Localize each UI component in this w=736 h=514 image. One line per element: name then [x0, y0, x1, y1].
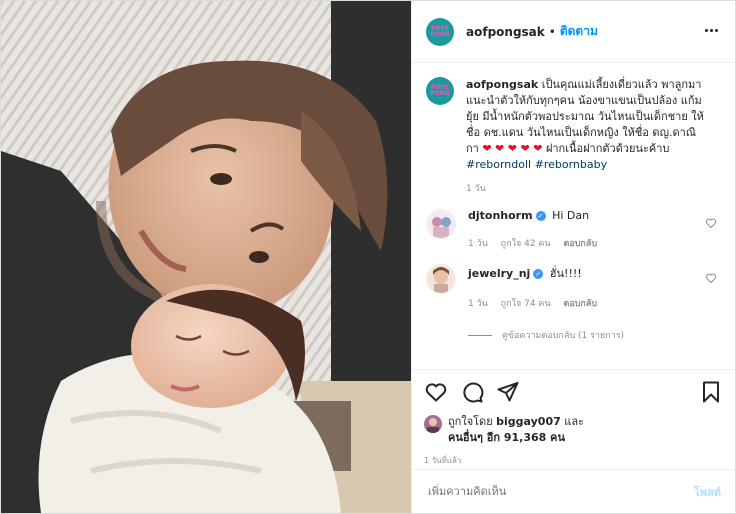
commenter-avatar[interactable] — [426, 209, 456, 239]
commenter-avatar[interactable] — [426, 264, 456, 294]
likes-summary: ถูกใจโดย biggay007 และ คนอื่นๆ อีก 91,36… — [424, 414, 723, 446]
action-bar — [424, 380, 723, 404]
comment-time[interactable]: 1 วัน — [468, 239, 488, 249]
liked-by-others[interactable]: คนอื่นๆ อีก 91,368 คน — [448, 431, 565, 444]
avatar-logo-text: POPE PONG — [430, 84, 450, 97]
comment-body: djtonhorm ✓ Hi Dan 1 วัน ถูกใจ 42 คน ตอบก… — [468, 209, 607, 250]
commenter-username[interactable]: jewelry_nj — [468, 267, 530, 280]
heart-emoji-icon: ❤ ❤ — [482, 142, 505, 155]
reply-button[interactable]: ตอบกลับ — [563, 299, 597, 309]
comment-item: djtonhorm ✓ Hi Dan 1 วัน ถูกใจ 42 คน ตอบก… — [412, 195, 735, 250]
caption-body: aofpongsak เป็นคุณแม่เลี้ยงเดี่ยวแล้ว พา… — [466, 77, 706, 173]
comment-bubble-icon[interactable] — [460, 380, 484, 404]
author-username[interactable]: aofpongsak — [466, 25, 545, 39]
share-paper-plane-icon[interactable] — [496, 380, 520, 404]
comment-text: Hi Dan — [552, 209, 590, 222]
comment-like-heart-icon[interactable] — [705, 217, 717, 229]
liked-by-and: และ — [564, 415, 584, 428]
verified-badge-icon: ✓ — [533, 269, 544, 279]
instagram-post: POPE PONG aofpongsak • ติดตาม POPE PONG … — [0, 0, 736, 514]
more-options-icon[interactable] — [705, 23, 719, 37]
comment-text: ฮั่น!!!! — [549, 267, 582, 280]
follow-button[interactable]: ติดตาม — [560, 22, 598, 41]
caption-text-end: ฝากเนื้อฝากตัวด้วยนะค้าบ — [545, 142, 670, 155]
comment-meta: 1 วัน ถูกใจ 74 คน ตอบกลับ — [468, 296, 607, 310]
selfie-photo — [1, 1, 411, 513]
avatar-logo-text: POPE PONG — [430, 24, 450, 38]
caption: POPE PONG aofpongsak เป็นคุณแม่เลี้ยงเดี… — [412, 63, 735, 173]
post-comment-button[interactable]: โพสต์ — [694, 483, 721, 501]
comment-likes[interactable]: ถูกใจ 74 คน — [501, 299, 551, 309]
comment-body: jewelry_nj ✓ ฮั่น!!!! 1 วัน ถูกใจ 74 คน ต… — [468, 264, 607, 310]
heart-emoji-icon: ❤ ❤ ❤ — [507, 142, 543, 155]
save-bookmark-icon[interactable] — [699, 380, 723, 404]
post-side-panel: POPE PONG aofpongsak • ติดตาม POPE PONG … — [411, 1, 735, 513]
comment-like-heart-icon[interactable] — [705, 272, 717, 284]
liked-by-prefix: ถูกใจโดย — [448, 415, 493, 428]
view-replies-text: ดูข้อความตอบกลับ (1 รายการ) — [502, 331, 625, 341]
hashtag-link[interactable]: #rebornbaby — [535, 158, 608, 171]
add-comment-input[interactable] — [426, 484, 694, 499]
likes-text: ถูกใจโดย biggay007 และ คนอื่นๆ อีก 91,36… — [448, 414, 584, 446]
caption-time[interactable]: 1 วัน — [466, 181, 735, 195]
post-header: POPE PONG aofpongsak • ติดตาม — [412, 1, 735, 63]
comment-likes[interactable]: ถูกใจ 42 คน — [501, 239, 551, 249]
comment-meta: 1 วัน ถูกใจ 42 คน ตอบกลับ — [468, 236, 607, 250]
post-photo[interactable] — [1, 1, 411, 513]
liked-by-user[interactable]: biggay007 — [496, 415, 561, 428]
hashtag-link[interactable]: #reborndoll — [466, 158, 531, 171]
caption-username[interactable]: aofpongsak — [466, 78, 538, 91]
liker-avatar[interactable] — [424, 415, 442, 433]
post-actions: ถูกใจโดย biggay007 และ คนอื่นๆ อีก 91,36… — [412, 369, 735, 467]
add-comment-bar: โพสต์ — [412, 469, 735, 513]
posted-ago[interactable]: 1 วันที่แล้ว — [424, 454, 723, 467]
verified-badge-icon: ✓ — [535, 211, 546, 221]
caption-avatar[interactable]: POPE PONG — [426, 77, 454, 105]
commenter-username[interactable]: djtonhorm — [468, 209, 533, 222]
comment-item: jewelry_nj ✓ ฮั่น!!!! 1 วัน ถูกใจ 74 คน ต… — [412, 250, 735, 310]
like-heart-icon[interactable] — [424, 380, 448, 404]
reply-button[interactable]: ตอบกลับ — [563, 239, 597, 249]
view-replies-link[interactable]: ดูข้อความตอบกลับ (1 รายการ) — [468, 328, 735, 342]
comment-time[interactable]: 1 วัน — [468, 299, 488, 309]
separator-dot: • — [548, 24, 556, 39]
replies-divider-line — [468, 334, 492, 336]
author-avatar[interactable]: POPE PONG — [426, 17, 454, 46]
